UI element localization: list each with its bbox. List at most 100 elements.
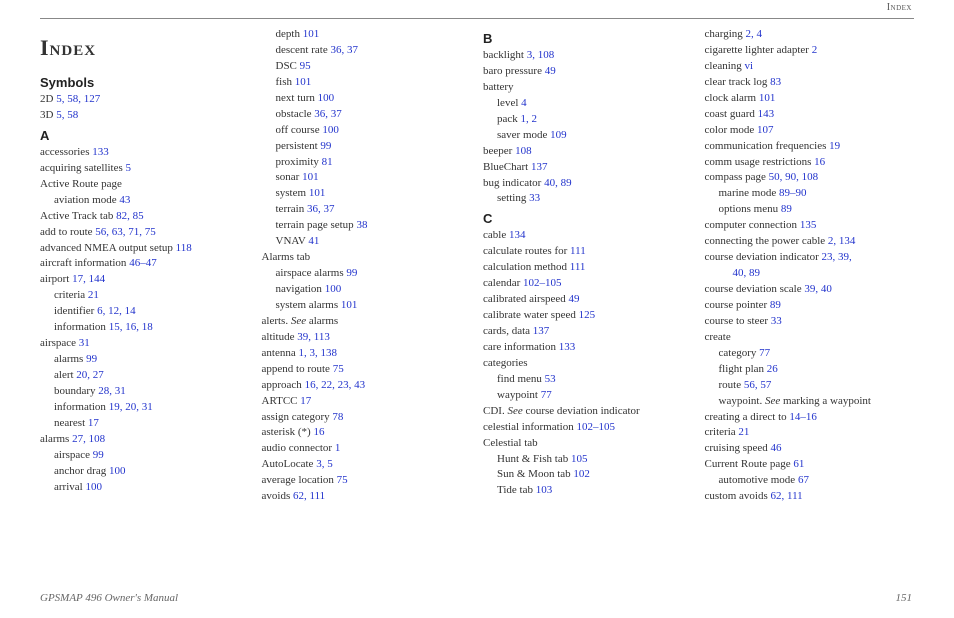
- page-reference[interactable]: 108: [515, 145, 532, 157]
- page-reference[interactable]: 5, 58: [56, 109, 78, 121]
- page-reference[interactable]: 6, 12, 14: [97, 305, 136, 317]
- page-reference[interactable]: 21: [88, 289, 99, 301]
- page-reference[interactable]: 77: [541, 389, 552, 401]
- page-reference[interactable]: 61: [793, 458, 804, 470]
- page-reference[interactable]: 118: [176, 242, 192, 254]
- page-reference[interactable]: 134: [509, 229, 526, 241]
- page-reference[interactable]: 67: [798, 474, 809, 486]
- page-reference[interactable]: 95: [300, 60, 311, 72]
- page-reference[interactable]: 101: [303, 28, 320, 40]
- page-reference[interactable]: 99: [93, 449, 104, 461]
- page-reference[interactable]: 99: [86, 353, 97, 365]
- page-reference[interactable]: 100: [109, 465, 126, 477]
- page-reference[interactable]: 20, 27: [76, 369, 104, 381]
- page-reference[interactable]: 78: [332, 411, 343, 423]
- page-reference[interactable]: 16: [313, 426, 324, 438]
- page-reference[interactable]: 46–47: [129, 257, 157, 269]
- page-reference[interactable]: 5, 58, 127: [56, 93, 100, 105]
- page-reference[interactable]: 137: [533, 325, 550, 337]
- page-reference[interactable]: 33: [529, 192, 540, 204]
- page-reference[interactable]: 56, 57: [744, 379, 772, 391]
- page-reference[interactable]: 2, 4: [746, 28, 763, 40]
- page-reference[interactable]: 40, 89: [733, 267, 761, 279]
- page-reference[interactable]: 62, 111: [293, 490, 325, 502]
- page-reference[interactable]: 23, 39,: [822, 251, 852, 263]
- page-reference[interactable]: 4: [521, 97, 527, 109]
- page-reference[interactable]: 53: [545, 373, 556, 385]
- page-reference[interactable]: 107: [757, 124, 774, 136]
- page-reference[interactable]: 102–105: [576, 421, 615, 433]
- page-reference[interactable]: 17: [300, 395, 311, 407]
- page-reference[interactable]: 83: [770, 76, 781, 88]
- page-reference[interactable]: 49: [545, 65, 556, 77]
- page-reference[interactable]: 111: [570, 245, 586, 257]
- page-reference[interactable]: 103: [536, 484, 553, 496]
- page-reference[interactable]: 50, 90, 108: [769, 171, 819, 183]
- page-reference[interactable]: 1, 3, 138: [298, 347, 337, 359]
- page-reference[interactable]: 125: [579, 309, 596, 321]
- page-reference[interactable]: 100: [85, 481, 102, 493]
- page-reference[interactable]: 75: [333, 363, 344, 375]
- page-reference[interactable]: 14–16: [789, 411, 817, 423]
- page-reference[interactable]: 101: [295, 76, 312, 88]
- page-reference[interactable]: 102: [573, 468, 590, 480]
- page-reference[interactable]: 39, 40: [804, 283, 832, 295]
- page-reference[interactable]: 75: [337, 474, 348, 486]
- page-reference[interactable]: 56, 63, 71, 75: [95, 226, 156, 238]
- page-reference[interactable]: 39, 113: [297, 331, 330, 343]
- page-reference[interactable]: 101: [302, 171, 319, 183]
- page-reference[interactable]: 19, 20, 31: [109, 401, 153, 413]
- page-reference[interactable]: 49: [569, 293, 580, 305]
- page-reference[interactable]: 100: [322, 124, 339, 136]
- page-reference[interactable]: 15, 16, 18: [109, 321, 153, 333]
- page-reference[interactable]: 137: [531, 161, 548, 173]
- page-reference[interactable]: 3, 5: [316, 458, 333, 470]
- page-reference[interactable]: 143: [758, 108, 775, 120]
- page-reference[interactable]: 100: [318, 92, 335, 104]
- page-reference[interactable]: 89: [770, 299, 781, 311]
- page-reference[interactable]: 62, 111: [771, 490, 803, 502]
- page-reference[interactable]: 36, 37: [307, 203, 335, 215]
- page-reference[interactable]: 99: [346, 267, 357, 279]
- page-reference[interactable]: 82, 85: [116, 210, 144, 222]
- page-reference[interactable]: vi: [745, 60, 754, 72]
- page-reference[interactable]: 101: [759, 92, 776, 104]
- page-reference[interactable]: 21: [738, 426, 749, 438]
- page-reference[interactable]: 28, 31: [98, 385, 126, 397]
- page-reference[interactable]: 99: [320, 140, 331, 152]
- page-reference[interactable]: 26: [767, 363, 778, 375]
- page-reference[interactable]: 1: [335, 442, 341, 454]
- page-reference[interactable]: 102–105: [523, 277, 562, 289]
- page-reference[interactable]: 27, 108: [72, 433, 105, 445]
- page-reference[interactable]: 100: [325, 283, 342, 295]
- page-reference[interactable]: 31: [79, 337, 90, 349]
- page-reference[interactable]: 5: [126, 162, 132, 174]
- page-reference[interactable]: 101: [309, 187, 326, 199]
- page-reference[interactable]: 81: [322, 156, 333, 168]
- page-reference[interactable]: 19: [829, 140, 840, 152]
- page-reference[interactable]: 41: [308, 235, 319, 247]
- page-reference[interactable]: 36, 37: [330, 44, 358, 56]
- page-reference[interactable]: 101: [341, 299, 358, 311]
- page-reference[interactable]: 3, 108: [527, 49, 555, 61]
- page-reference[interactable]: 16: [814, 156, 825, 168]
- page-reference[interactable]: 2: [812, 44, 818, 56]
- page-reference[interactable]: 46: [770, 442, 781, 454]
- page-reference[interactable]: 133: [559, 341, 576, 353]
- page-reference[interactable]: 133: [92, 146, 109, 158]
- page-reference[interactable]: 135: [800, 219, 817, 231]
- page-reference[interactable]: 40, 89: [544, 177, 572, 189]
- page-reference[interactable]: 105: [571, 453, 588, 465]
- page-reference[interactable]: 2, 134: [828, 235, 856, 247]
- page-reference[interactable]: 1, 2: [521, 113, 538, 125]
- page-reference[interactable]: 43: [119, 194, 130, 206]
- page-reference[interactable]: 89–90: [779, 187, 807, 199]
- page-reference[interactable]: 33: [771, 315, 782, 327]
- page-reference[interactable]: 36, 37: [314, 108, 342, 120]
- page-reference[interactable]: 38: [356, 219, 367, 231]
- page-reference[interactable]: 111: [570, 261, 586, 273]
- page-reference[interactable]: 109: [550, 129, 567, 141]
- page-reference[interactable]: 89: [781, 203, 792, 215]
- page-reference[interactable]: 17: [88, 417, 99, 429]
- page-reference[interactable]: 16, 22, 23, 43: [305, 379, 366, 391]
